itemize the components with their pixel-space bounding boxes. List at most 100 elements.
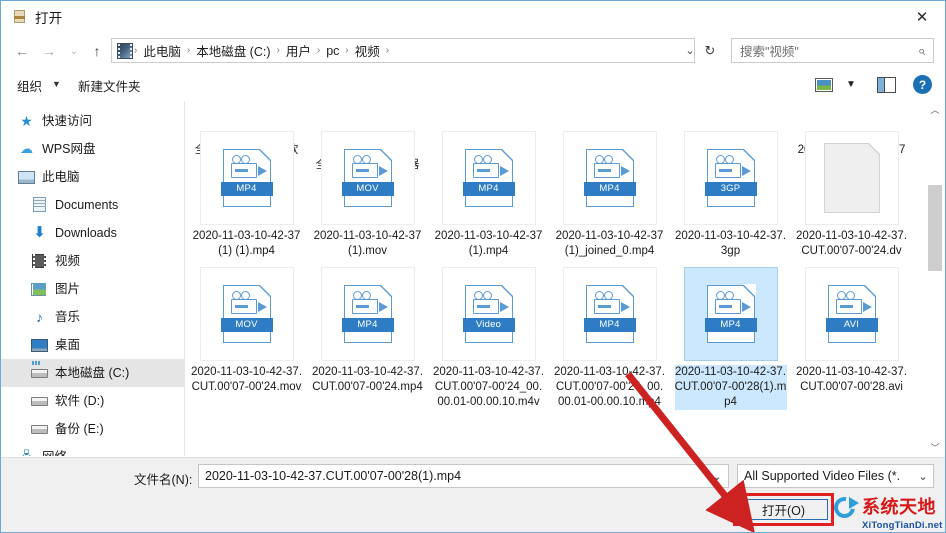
file-item[interactable]: 3GP 2020-11-03-10-42-37.3gp: [670, 129, 791, 265]
sidebar-item-label: Downloads: [55, 225, 117, 240]
breadcrumb-item-1[interactable]: 本地磁盘 (C:): [191, 41, 275, 60]
cloud-icon: ☁: [20, 141, 33, 156]
filetype-select[interactable]: All Supported Video Files (*. ⌄: [737, 464, 934, 488]
file-item[interactable]: MOV 2020-11-03-10-42-37(1).mov: [307, 129, 428, 265]
filename-label: 文件名(N):: [134, 473, 193, 487]
video-file-icon: MP4: [341, 284, 394, 343]
format-badge: 3GP: [704, 182, 757, 196]
video-file-icon: Video: [462, 284, 515, 343]
sidebar-item-documents[interactable]: Documents: [1, 191, 184, 219]
breadcrumb-item-4[interactable]: 视频: [350, 41, 385, 60]
close-icon[interactable]: ✕: [899, 1, 945, 32]
file-item[interactable]: MP4 2020-11-03-10-42-37.CUT.00'07-00'24_…: [549, 265, 670, 416]
video-file-icon: MOV: [341, 148, 394, 207]
file-item[interactable]: MP4 2020-11-03-10-42-37(1).mp4: [428, 129, 549, 265]
recent-locations-icon[interactable]: ⌄: [63, 40, 85, 62]
forward-icon[interactable]: →: [38, 40, 60, 62]
chevron-down-icon[interactable]: ▼: [52, 79, 61, 89]
new-folder-button[interactable]: 新建文件夹: [78, 76, 141, 95]
sidebar-item-drive-d[interactable]: 软件 (D:): [1, 387, 184, 415]
sidebar-item-videos[interactable]: 视频: [1, 247, 184, 275]
format-badge: MP4: [220, 182, 273, 196]
sidebar-item-drive-e[interactable]: 备份 (E:): [1, 415, 184, 443]
file-name-label: 2020-11-03-10-42-37.CUT.00'07-00'24_00.0…: [553, 366, 666, 408]
video-file-icon: MP4: [583, 148, 636, 207]
sidebar-item-downloads[interactable]: ⬇ Downloads: [1, 219, 184, 247]
file-item-selected[interactable]: MP4 2020-11-03-10-42-37.CUT.00'07-00'28(…: [670, 265, 791, 416]
format-badge: MP4: [341, 318, 394, 332]
watermark-logo-icon: [829, 492, 860, 523]
video-file-icon: MOV: [220, 284, 273, 343]
back-icon[interactable]: ←: [11, 40, 33, 62]
sidebar-item-music[interactable]: ♪ 音乐: [1, 303, 184, 331]
file-item[interactable]: Video 2020-11-03-10-42-37.CUT.00'07-00'2…: [428, 265, 549, 416]
file-item[interactable]: 2020-11-03-10-42-37.CUT.00'07-00'24.dv: [791, 129, 912, 265]
sidebar-item-label: 本地磁盘 (C:): [55, 365, 130, 380]
breadcrumb-item-3[interactable]: pc: [321, 44, 344, 58]
sidebar-item-pictures[interactable]: 图片: [1, 275, 184, 303]
filename-value: 2020-11-03-10-42-37.CUT.00'07-00'28(1).m…: [205, 469, 462, 483]
help-icon[interactable]: ?: [913, 75, 932, 94]
scroll-down-icon[interactable]: ﹀: [927, 439, 943, 456]
up-one-level-icon[interactable]: ↑: [86, 40, 108, 62]
sidebar-item-local-disk-c[interactable]: 本地磁盘 (C:): [1, 359, 184, 387]
sidebar-item-label: 快速访问: [42, 113, 93, 128]
file-thumbnail: Video: [441, 267, 536, 361]
navigation-pane: ★ 快速访问 ☁ WPS网盘 此电脑 Documents ⬇ Downloads…: [1, 101, 185, 456]
format-badge: AVI: [825, 318, 878, 332]
organize-button[interactable]: 组织: [17, 76, 42, 95]
file-item[interactable]: MOV 2020-11-03-10-42-37.CUT.00'07-00'24.…: [186, 265, 307, 416]
breadcrumb-item-0[interactable]: 此电脑: [138, 41, 186, 60]
drive-icon: [31, 421, 48, 437]
file-name-label: 2020-11-03-10-42-37(1)_joined_0.mp4: [555, 230, 664, 257]
vertical-scrollbar[interactable]: ︿ ﹀: [927, 101, 943, 456]
file-item[interactable]: MP4 2020-11-03-10-42-37.CUT.00'07-00'24.…: [307, 265, 428, 416]
network-icon: 🖧: [18, 449, 35, 456]
file-name-label: 2020-11-03-10-42-37.CUT.00'07-00'28.avi: [795, 366, 908, 393]
video-file-icon: MP4: [462, 148, 515, 207]
file-name-label: 2020-11-03-10-42-37.CUT.00'07-00'24_00.0…: [432, 366, 545, 408]
chevron-down-icon[interactable]: ▼: [846, 79, 856, 90]
computer-icon: [18, 169, 35, 185]
filename-input[interactable]: 2020-11-03-10-42-37.CUT.00'07-00'28(1).m…: [198, 464, 729, 488]
video-file-icon: AVI: [825, 284, 878, 343]
scroll-up-icon[interactable]: ︿: [927, 101, 943, 118]
sidebar-item-network[interactable]: 🖧 网络: [1, 443, 184, 456]
sidebar-item-label: 桌面: [55, 337, 81, 352]
preview-pane-icon[interactable]: [877, 77, 896, 93]
sidebar-item-wps-cloud[interactable]: ☁ WPS网盘: [1, 135, 184, 163]
sidebar-item-this-pc[interactable]: 此电脑: [1, 163, 184, 191]
file-item[interactable]: MP4 2020-11-03-10-42-37(1)_joined_0.mp4: [549, 129, 670, 265]
search-icon[interactable]: ⌕: [918, 43, 925, 59]
chevron-down-icon[interactable]: ⌄: [679, 38, 701, 63]
scrollbar-thumb[interactable]: [928, 185, 942, 271]
video-file-icon: MP4: [220, 148, 273, 207]
video-file-icon: 3GP: [704, 148, 757, 207]
file-list-view[interactable]: 全角视频分割合并软件 全角视频格式转换器 下载包 转换 1-4目-cut.mp4…: [186, 101, 928, 456]
file-item[interactable]: MP4 2020-11-03-10-42-37(1) (1).mp4: [186, 129, 307, 265]
chevron-down-icon[interactable]: ⌄: [913, 470, 933, 483]
view-mode-icon[interactable]: [815, 78, 833, 92]
sidebar-item-label: 备份 (E:): [55, 421, 104, 436]
file-name-label: 2020-11-03-10-42-37(1).mp4: [434, 230, 543, 257]
file-thumbnail: MP4: [441, 131, 536, 225]
window-title: 打开: [35, 10, 63, 26]
file-thumbnail: MP4: [320, 267, 415, 361]
file-name-label: 2020-11-03-10-42-37.CUT.00'07-00'28(1).m…: [674, 365, 787, 410]
watermark: 系统天地 XiTongTianDi.net: [829, 492, 945, 532]
breadcrumb-item-2[interactable]: 用户: [281, 41, 316, 60]
file-name-label: 2020-11-03-10-42-37(1).mov: [313, 230, 422, 257]
open-file-dialog: 打开 ✕ ← → ⌄ ↑ › 此电脑 › 本地磁盘 (C:) › 用户 › pc…: [0, 0, 946, 533]
file-thumbnail: MP4: [199, 131, 294, 225]
file-item[interactable]: AVI 2020-11-03-10-42-37.CUT.00'07-00'28.…: [791, 265, 912, 416]
system-drive-icon: [31, 365, 48, 381]
open-button[interactable]: 打开(O): [739, 499, 828, 520]
format-badge: MP4: [583, 318, 636, 332]
sidebar-item-quick-access[interactable]: ★ 快速访问: [1, 107, 184, 135]
file-thumbnail: MP4: [562, 131, 657, 225]
chevron-down-icon[interactable]: ⌄: [706, 470, 728, 483]
sidebar-item-desktop[interactable]: 桌面: [1, 331, 184, 359]
breadcrumb[interactable]: › 此电脑 › 本地磁盘 (C:) › 用户 › pc › 视频 ›: [111, 38, 695, 63]
search-input[interactable]: 搜索"视频" ⌕: [731, 38, 934, 63]
refresh-icon[interactable]: ↻: [699, 38, 721, 63]
